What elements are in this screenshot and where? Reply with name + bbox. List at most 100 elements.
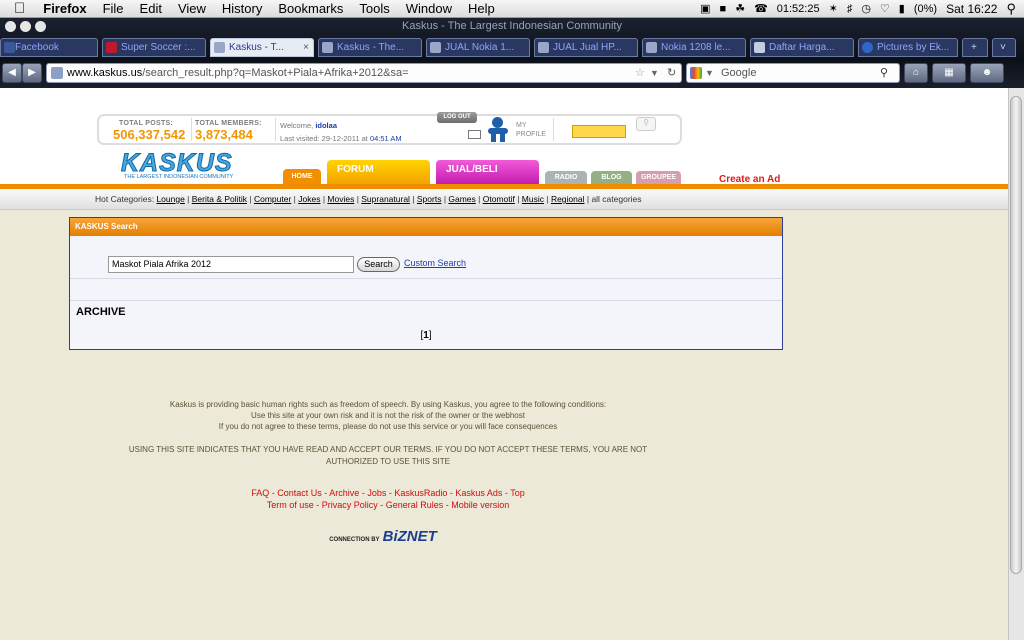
footer-link-kaskus-ads[interactable]: Kaskus Ads: [455, 488, 502, 498]
custom-search-link[interactable]: Custom Search: [404, 258, 466, 268]
nav-blog[interactable]: BLOG: [591, 171, 632, 184]
tab-nokia-1208[interactable]: Nokia 1208 le...: [642, 38, 746, 57]
category-link-sports[interactable]: Sports: [417, 194, 442, 204]
menubar-clock[interactable]: Sat 16:22: [946, 2, 997, 16]
hot-categories-label: Hot Categories:: [95, 194, 155, 204]
category-link-regional[interactable]: Regional: [551, 194, 585, 204]
close-tab-icon[interactable]: ×: [303, 39, 309, 56]
nav-groupee[interactable]: GROUPEE: [636, 171, 681, 184]
tab-kaskus-2[interactable]: Kaskus - The...: [318, 38, 422, 57]
home-button[interactable]: ⌂: [904, 63, 928, 83]
tab-pictures[interactable]: Pictures by Ek...: [858, 38, 958, 57]
addon-toolbar-button[interactable]: ▦: [932, 63, 966, 83]
footer-link-faq[interactable]: FAQ: [251, 488, 269, 498]
category-link-supranatural[interactable]: Supranatural: [361, 194, 410, 204]
menu-bookmarks[interactable]: Bookmarks: [270, 1, 351, 16]
nav-forum[interactable]: FORUM: [327, 160, 430, 184]
avatar-icon[interactable]: [486, 117, 510, 143]
volume-icon[interactable]: ♯: [847, 3, 853, 15]
footer-link-mobile[interactable]: Mobile version: [451, 500, 509, 510]
total-members-block: TOTAL MEMBERS: 3,873,484: [195, 120, 262, 142]
bookmark-star-icon[interactable]: ☆: [635, 64, 645, 82]
category-link-berita-politik[interactable]: Berita & Politik: [192, 194, 247, 204]
search-query-input[interactable]: Maskot Piala Afrika 2012: [108, 256, 354, 273]
menu-app-firefox[interactable]: Firefox: [35, 1, 94, 16]
footer-link-jobs[interactable]: Jobs: [367, 488, 386, 498]
nav-jual-beli[interactable]: JUAL/BELI: [436, 160, 539, 184]
kaskus-favicon-icon: [646, 42, 657, 53]
category-link-movies[interactable]: Movies: [327, 194, 354, 204]
page-number-link[interactable]: 1: [423, 330, 429, 341]
nav-radio[interactable]: RADIO: [545, 171, 587, 184]
google-engine-icon[interactable]: [690, 67, 702, 79]
bluetooth-icon[interactable]: ✶: [829, 2, 838, 15]
list-all-tabs-button[interactable]: ˅: [992, 38, 1016, 57]
kaskus-logo[interactable]: KASKUS: [121, 150, 249, 177]
search-bar[interactable]: ▼ Google ⚲: [686, 63, 900, 83]
home-icon: ⌂: [912, 67, 920, 78]
login-search-field[interactable]: [572, 125, 626, 138]
footer-link-contact[interactable]: Contact Us: [277, 488, 322, 498]
site-identity-icon[interactable]: [51, 67, 63, 79]
addon-ghost-button[interactable]: ☻: [970, 63, 1004, 83]
category-link-computer[interactable]: Computer: [254, 194, 291, 204]
footer-link-kaskusradio[interactable]: KaskusRadio: [394, 488, 447, 498]
logout-button[interactable]: LOG OUT: [437, 112, 477, 123]
tab-jual-hp[interactable]: JUAL Jual HP...: [534, 38, 638, 57]
category-link-music[interactable]: Music: [522, 194, 544, 204]
scrollbar-thumb[interactable]: [1010, 96, 1022, 574]
menu-edit[interactable]: Edit: [132, 1, 170, 16]
wifi-icon[interactable]: ♡: [880, 2, 890, 15]
envelope-icon[interactable]: [468, 130, 481, 139]
super-soccer-icon: [106, 42, 117, 53]
tab-daftar-harga[interactable]: Daftar Harga...: [750, 38, 854, 57]
navigation-toolbar: ◀ ▶ www.kaskus.us/search_result.php?q=Ma…: [0, 60, 1024, 86]
menu-tools[interactable]: Tools: [351, 1, 397, 16]
menu-view[interactable]: View: [170, 1, 214, 16]
category-link-jokes[interactable]: Jokes: [298, 194, 320, 204]
menu-help[interactable]: Help: [460, 1, 503, 16]
timer-readout[interactable]: 01:52:25: [777, 3, 820, 15]
footer-link-archive[interactable]: Archive: [329, 488, 359, 498]
footer-disclaimer-1: Kaskus is providing basic human rights s…: [169, 400, 607, 409]
my-profile-link[interactable]: MY PROFILE: [516, 121, 546, 139]
paw-icon[interactable]: ☘: [735, 2, 745, 15]
footer-link-top[interactable]: Top: [510, 488, 525, 498]
tab-kaskus-active[interactable]: Kaskus - T... ×: [210, 38, 314, 57]
reload-icon[interactable]: ↻: [667, 64, 676, 82]
url-bar[interactable]: www.kaskus.us/search_result.php?q=Maskot…: [46, 63, 682, 83]
camera-icon[interactable]: ■: [720, 3, 727, 15]
category-link-otomotif[interactable]: Otomotif: [483, 194, 515, 204]
tab-super-soccer[interactable]: Super Soccer :...: [102, 38, 206, 57]
battery-percent[interactable]: (0%): [914, 3, 937, 15]
engine-dropdown-icon[interactable]: ▼: [705, 64, 714, 82]
username-link[interactable]: idolaa: [315, 121, 337, 130]
all-categories-link[interactable]: all categories: [591, 194, 641, 204]
forward-button[interactable]: ▶: [22, 63, 42, 83]
new-tab-button[interactable]: +: [962, 38, 988, 57]
menu-window[interactable]: Window: [398, 1, 460, 16]
biznet-sponsor[interactable]: CONNECTION BY BiZNET: [0, 528, 766, 545]
timer-icon[interactable]: ☎: [754, 2, 768, 15]
menu-file[interactable]: File: [95, 1, 132, 16]
category-link-lounge[interactable]: Lounge: [156, 194, 184, 204]
back-button[interactable]: ◀: [2, 63, 22, 83]
screen-icon[interactable]: ▣: [700, 2, 710, 15]
footer-link-terms[interactable]: Term of use: [267, 500, 314, 510]
nav-home[interactable]: HOME: [283, 169, 321, 184]
battery-icon[interactable]: ▮: [899, 2, 905, 15]
pagination: [1]: [420, 330, 432, 341]
tab-jual-nokia[interactable]: JUAL Nokia 1...: [426, 38, 530, 57]
header-search-button-icon[interactable]: ⚲: [636, 117, 656, 131]
menu-history[interactable]: History: [214, 1, 270, 16]
search-button[interactable]: Search: [357, 257, 400, 272]
magnifier-icon[interactable]: ⚲: [880, 64, 888, 82]
spotlight-icon[interactable]: ⚲: [1006, 1, 1016, 17]
url-history-dropdown-icon[interactable]: ▼: [650, 64, 659, 82]
category-link-games[interactable]: Games: [448, 194, 475, 204]
apple-menu-icon[interactable]: : [0, 0, 35, 17]
footer-link-privacy[interactable]: Privacy Policy: [322, 500, 378, 510]
footer-link-rules[interactable]: General Rules: [386, 500, 444, 510]
time-machine-icon[interactable]: ◷: [861, 2, 871, 15]
tab-facebook[interactable]: Facebook: [0, 38, 98, 57]
